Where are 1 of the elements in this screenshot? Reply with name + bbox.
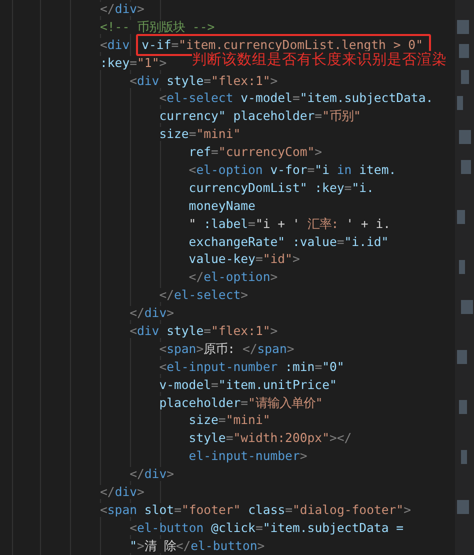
- annotation-text: 判断该数组是否有长度来识别是否渲染: [192, 51, 447, 69]
